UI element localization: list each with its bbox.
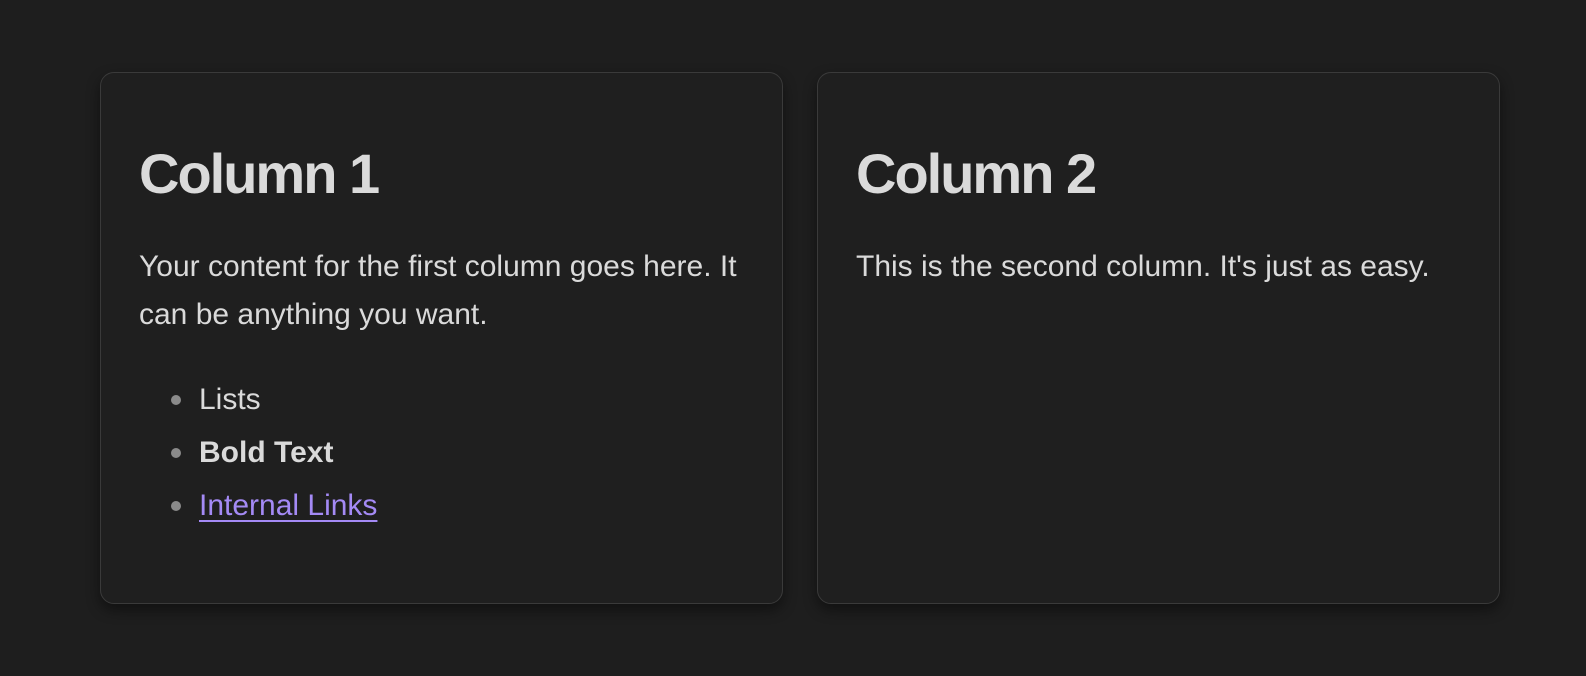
column-2-card: Column 2 This is the second column. It's… xyxy=(817,72,1500,604)
column-1-heading: Column 1 xyxy=(139,142,380,205)
column-1-body: Your content for the first column goes h… xyxy=(139,249,737,331)
column-2-heading: Column 2 xyxy=(856,142,1097,205)
list-item-internal-links: Internal Links xyxy=(171,479,744,532)
column-2-body: This is the second column. It's just as … xyxy=(856,249,1430,283)
list-item-label: Bold Text xyxy=(199,435,334,469)
columns-container: Column 1 Your content for the first colu… xyxy=(100,72,1500,604)
bullet-icon xyxy=(171,500,181,511)
internal-link[interactable]: Internal Links xyxy=(199,489,377,522)
list-item-label: Lists xyxy=(199,382,261,416)
column-1-card: Column 1 Your content for the first colu… xyxy=(100,72,783,604)
bullet-icon xyxy=(171,394,181,405)
list-item-bold-text: Bold Text xyxy=(171,426,744,479)
column-1-list: Lists Bold Text Internal Links xyxy=(139,373,744,532)
list-item-lists: Lists xyxy=(171,373,744,426)
bullet-icon xyxy=(171,447,181,458)
